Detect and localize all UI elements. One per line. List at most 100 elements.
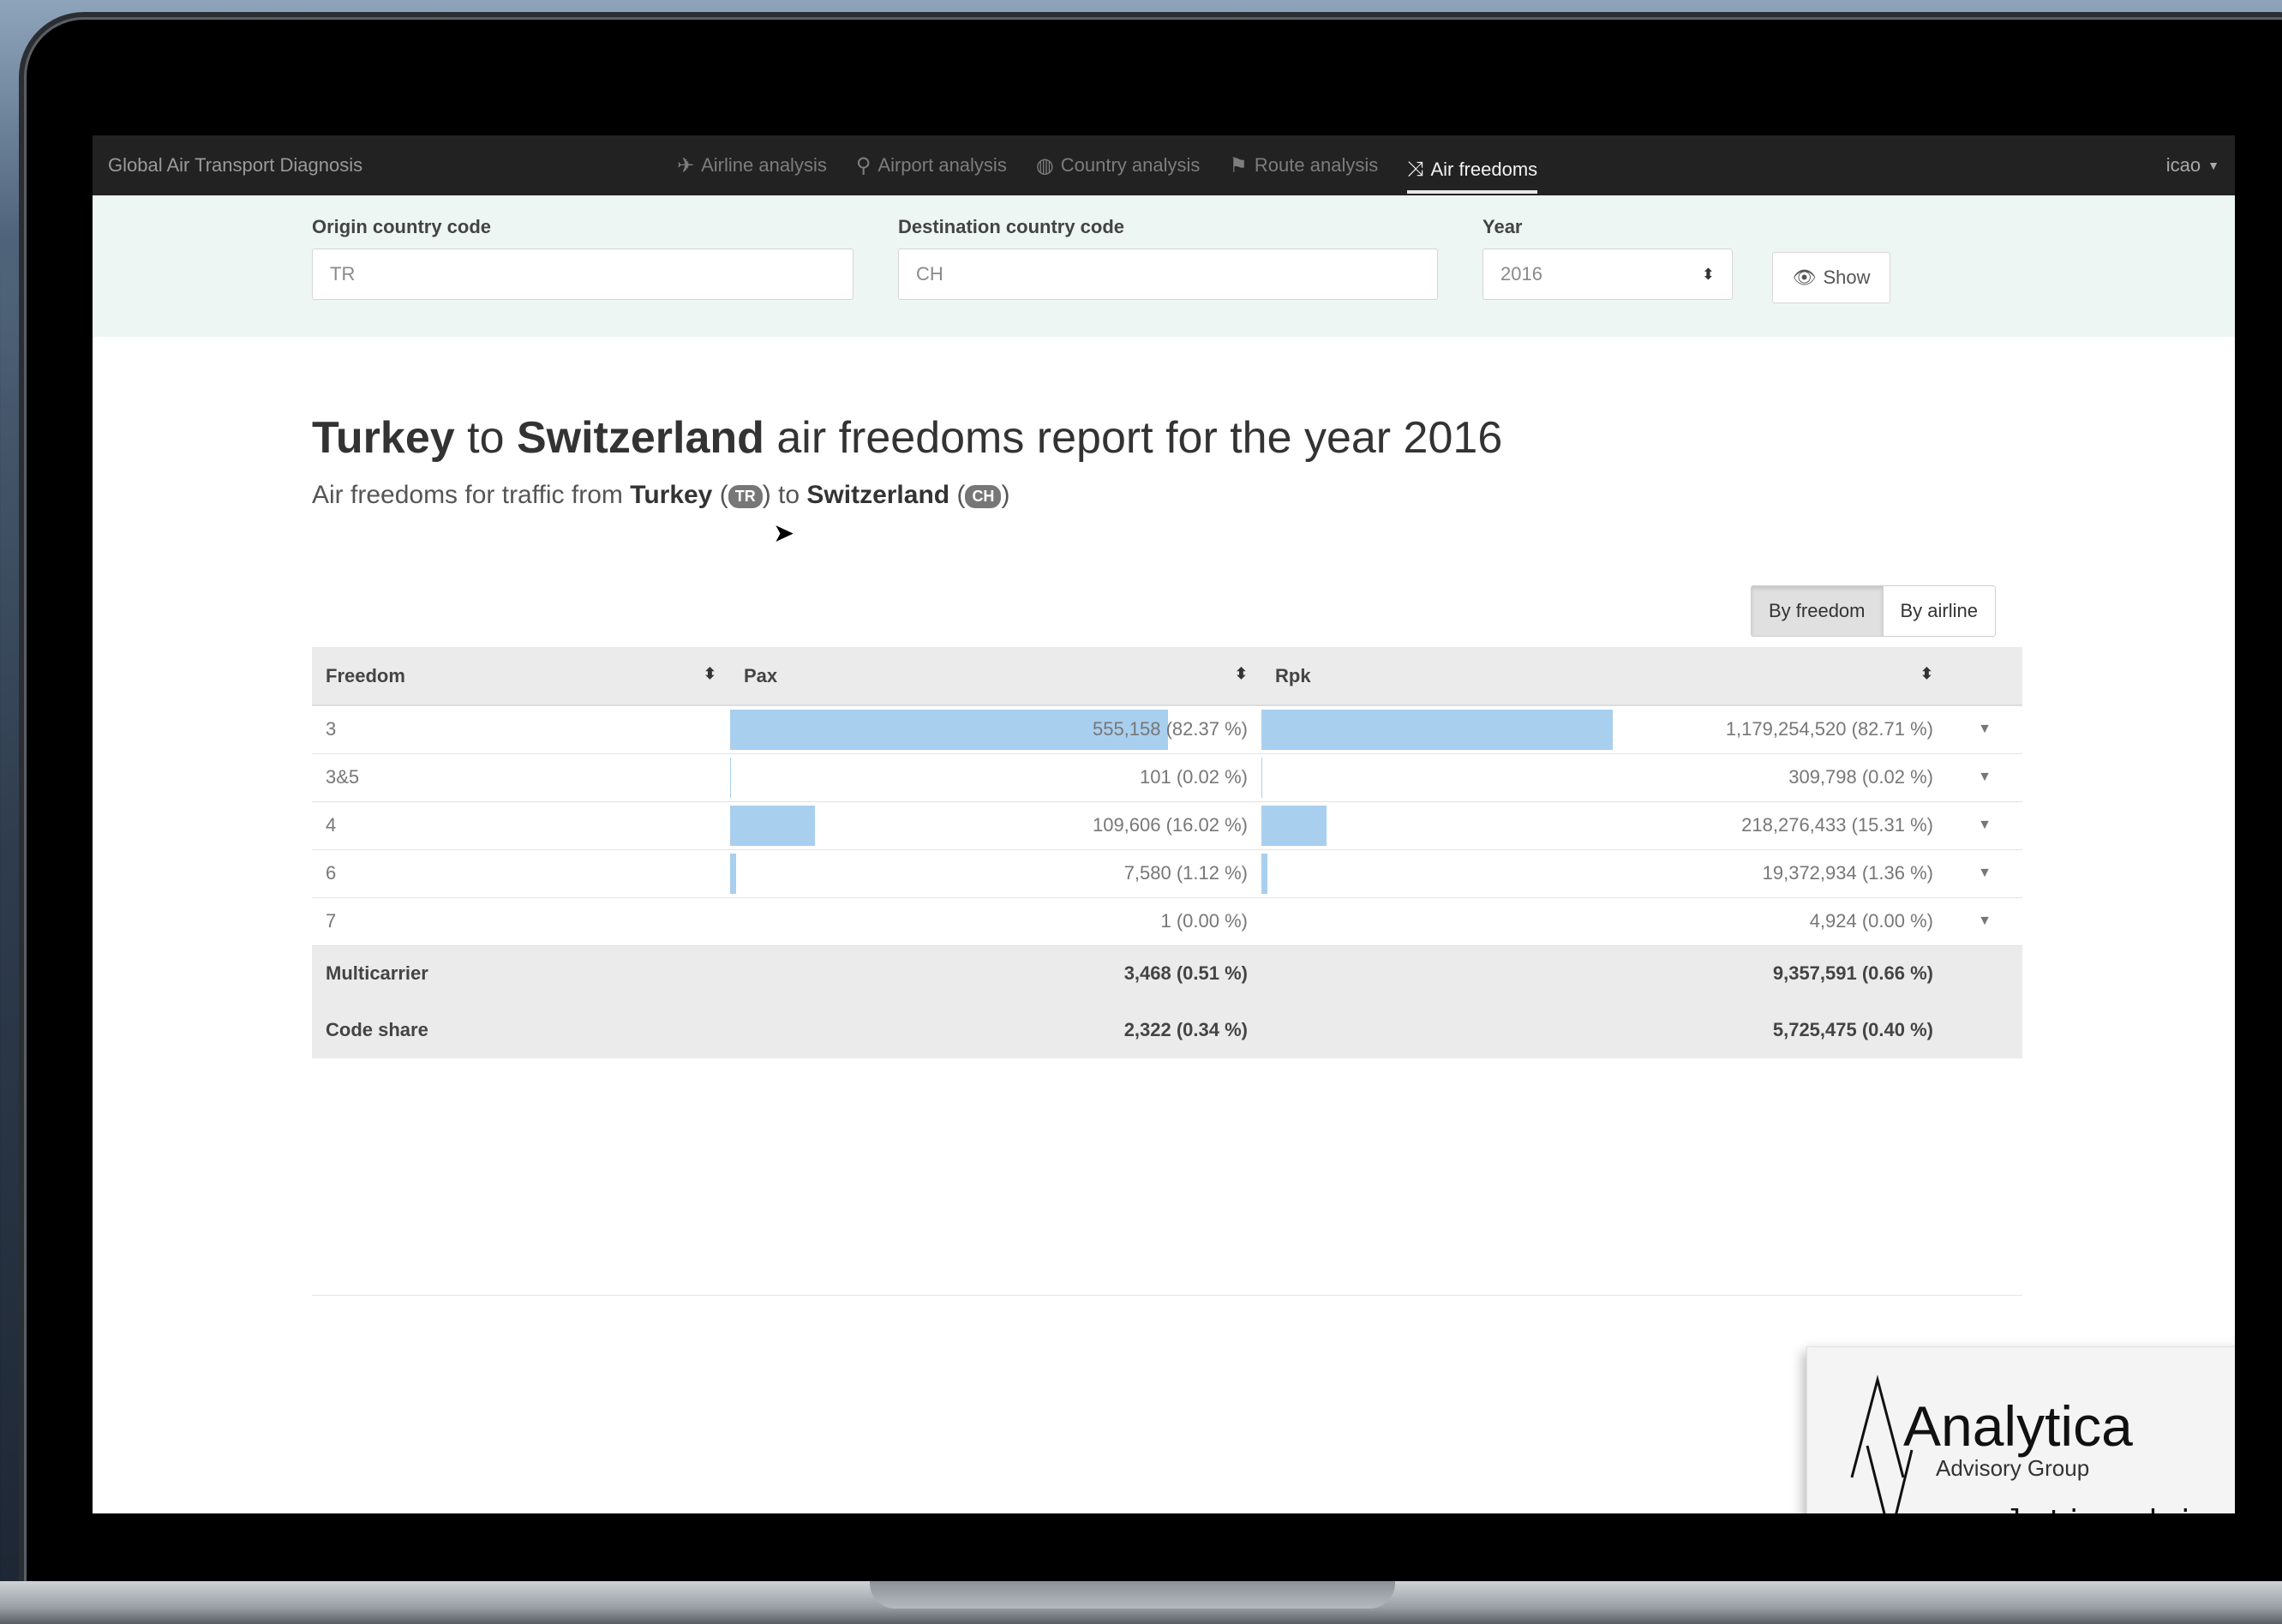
nav-route-analysis[interactable]: ⚑ Route analysis bbox=[1229, 135, 1378, 195]
destination-code-badge: CH bbox=[965, 484, 1002, 508]
cell-rpk: 1,179,254,520 (82.71 %) bbox=[1261, 705, 1947, 754]
destination-country-input[interactable] bbox=[898, 249, 1438, 300]
row-expand-caret-icon[interactable]: ▼ bbox=[1947, 753, 2022, 802]
table-body: 3 555,158 (82.37 %) 1,179,254,520 (82.71 %… bbox=[312, 705, 2022, 946]
table-row[interactable]: 3&5 101 (0.02 %) 309,798 (0.02 %) ▼ bbox=[312, 753, 2022, 802]
shuffle-icon: ⤨ bbox=[1407, 158, 1424, 181]
year-field-group: Year 2016 ⬍ bbox=[1482, 216, 1733, 300]
nav-airline-analysis[interactable]: ✈ Airline analysis bbox=[677, 135, 827, 195]
origin-label: Origin country code bbox=[312, 216, 492, 237]
footer-blank bbox=[1947, 1002, 2022, 1058]
table-footer-row: Multicarrier 3,468 (0.51 %) 9,357,591 (0.6… bbox=[312, 945, 2022, 1002]
by-airline-button[interactable]: By airline bbox=[1883, 585, 1996, 637]
footer-rpk: 9,357,591 (0.66 %) bbox=[1261, 945, 1947, 1002]
footer-pax: 3,468 (0.51 %) bbox=[730, 945, 1261, 1002]
signpost-icon: ⚑ bbox=[1229, 153, 1248, 177]
brand[interactable]: Global Air Transport Diagnosis bbox=[108, 154, 362, 177]
watermark-sub: Advisory Group bbox=[1936, 1455, 2089, 1481]
navbar: Global Air Transport Diagnosis ✈ Airline… bbox=[93, 135, 2235, 195]
header-blank bbox=[1947, 647, 2022, 706]
destination-field-group: Destination country code bbox=[898, 216, 1438, 300]
row-expand-caret-icon[interactable]: ▼ bbox=[1947, 849, 2022, 898]
rpk-bar bbox=[1261, 853, 1267, 894]
nav-airport-analysis[interactable]: ⚲ Airport analysis bbox=[856, 135, 1007, 195]
user-pin-icon: ⚲ bbox=[855, 153, 871, 177]
table-row[interactable]: 3 555,158 (82.37 %) 1,179,254,520 (82.71 %… bbox=[312, 705, 2022, 754]
table-footer: Multicarrier 3,468 (0.51 %) 9,357,591 (0.6… bbox=[312, 945, 2022, 1058]
globe-icon: ◍ bbox=[1035, 153, 1054, 177]
nav-label: Air freedoms bbox=[1430, 159, 1538, 180]
watermark-url: analyticaadvisory.com bbox=[1953, 1504, 2235, 1513]
cell-pax: 1 (0.00 %) bbox=[730, 897, 1261, 946]
analytica-watermark: Analytica Advisory Group analyticaadviso… bbox=[1806, 1346, 2235, 1513]
table-row[interactable]: 4 109,606 (16.02 %) 218,276,433 (15.31 %) ▼ bbox=[312, 801, 2022, 850]
origin-code-badge: TR bbox=[728, 484, 763, 508]
eye-icon: 👁 bbox=[1792, 267, 1817, 288]
cell-freedom: 6 bbox=[312, 849, 730, 898]
cell-rpk: 4,924 (0.00 %) bbox=[1261, 897, 1947, 946]
footer-label: Multicarrier bbox=[312, 945, 730, 1002]
by-freedom-button[interactable]: By freedom bbox=[1751, 585, 1884, 637]
app-screen: Global Air Transport Diagnosis ✈ Airline… bbox=[93, 135, 2235, 1513]
header-rpk[interactable]: Rpk ⬍ bbox=[1261, 647, 1947, 706]
sort-icon: ⬍ bbox=[1920, 664, 1933, 682]
view-toggle: By freedom By airline bbox=[1751, 585, 1996, 637]
airplane-icon: ✈ bbox=[677, 153, 695, 177]
mouse-cursor-icon: ➤ bbox=[773, 519, 795, 548]
rpk-bar bbox=[1261, 805, 1327, 846]
footer-rpk: 5,725,475 (0.40 %) bbox=[1261, 1002, 1947, 1058]
cell-pax: 109,606 (16.02 %) bbox=[730, 801, 1261, 850]
nav-label: Airport analysis bbox=[877, 154, 1007, 176]
nav-items: ✈ Airline analysis ⚲ Airport analysis ◍ … bbox=[677, 135, 1566, 195]
cell-rpk: 218,276,433 (15.31 %) bbox=[1261, 801, 1947, 850]
rpk-bar bbox=[1261, 710, 1614, 750]
sort-icon: ⬍ bbox=[1234, 664, 1248, 682]
origin-field-group: Origin country code bbox=[312, 216, 854, 300]
caret-down-icon: ▼ bbox=[2207, 159, 2219, 172]
pax-bar bbox=[730, 805, 816, 846]
cell-pax: 101 (0.02 %) bbox=[730, 753, 1261, 802]
footer-blank bbox=[1947, 945, 2022, 1002]
year-select[interactable]: 2016 ⬍ bbox=[1482, 249, 1733, 300]
cell-pax: 7,580 (1.12 %) bbox=[730, 849, 1261, 898]
cell-freedom: 3 bbox=[312, 705, 730, 754]
cell-pax: 555,158 (82.37 %) bbox=[730, 705, 1261, 754]
nav-label: Country analysis bbox=[1060, 154, 1201, 176]
origin-country-input[interactable] bbox=[312, 249, 854, 300]
table-header-row: Freedom ⬍ Pax ⬍ Rpk ⬍ bbox=[312, 647, 2022, 706]
cell-freedom: 3&5 bbox=[312, 753, 730, 802]
cell-freedom: 7 bbox=[312, 897, 730, 946]
user-name: icao bbox=[2165, 154, 2201, 176]
show-button[interactable]: 👁 Show bbox=[1772, 252, 1890, 303]
sort-arrows-icon: ⬍ bbox=[1701, 265, 1715, 283]
nav-label: Route analysis bbox=[1254, 154, 1379, 176]
page-subtitle: Air freedoms for traffic from Turkey (TR… bbox=[312, 481, 1010, 509]
year-label: Year bbox=[1482, 216, 1523, 237]
cell-rpk: 309,798 (0.02 %) bbox=[1261, 753, 1947, 802]
watermark-brand: Analytica bbox=[1903, 1394, 2133, 1458]
user-menu[interactable]: icao ▼ bbox=[2166, 135, 2219, 195]
cell-rpk: 19,372,934 (1.36 %) bbox=[1261, 849, 1947, 898]
page-title: Turkey to Switzerland air freedoms repor… bbox=[312, 413, 1503, 463]
table-row[interactable]: 71 (0.00 %) 4,924 (0.00 %) ▼ bbox=[312, 897, 2022, 946]
show-label: Show bbox=[1823, 267, 1871, 288]
nav-label: Airline analysis bbox=[701, 154, 827, 176]
header-freedom[interactable]: Freedom ⬍ bbox=[312, 647, 730, 706]
sort-icon: ⬍ bbox=[703, 664, 716, 682]
nav-country-analysis[interactable]: ◍ Country analysis bbox=[1036, 135, 1201, 195]
footer-label: Code share bbox=[312, 1002, 730, 1058]
footer-pax: 2,322 (0.34 %) bbox=[730, 1002, 1261, 1058]
analytica-logo: Analytica Advisory Group analyticaadviso… bbox=[1850, 1375, 2235, 1513]
filter-bar: Origin country code Destination country … bbox=[93, 195, 2235, 337]
header-pax[interactable]: Pax ⬍ bbox=[730, 647, 1261, 706]
nav-air-freedoms[interactable]: ⤨ Air freedoms bbox=[1407, 149, 1538, 194]
pax-bar bbox=[730, 853, 736, 894]
cell-freedom: 4 bbox=[312, 801, 730, 850]
destination-label: Destination country code bbox=[898, 216, 1125, 237]
table-row[interactable]: 6 7,580 (1.12 %) 19,372,934 (1.36 %) ▼ bbox=[312, 849, 2022, 898]
row-expand-caret-icon[interactable]: ▼ bbox=[1947, 897, 2022, 946]
row-expand-caret-icon[interactable]: ▼ bbox=[1947, 705, 2022, 754]
section-divider bbox=[312, 1295, 2022, 1296]
row-expand-caret-icon[interactable]: ▼ bbox=[1947, 801, 2022, 850]
table-footer-row: Code share 2,322 (0.34 %) 5,725,475 (0.40 … bbox=[312, 1002, 2022, 1058]
